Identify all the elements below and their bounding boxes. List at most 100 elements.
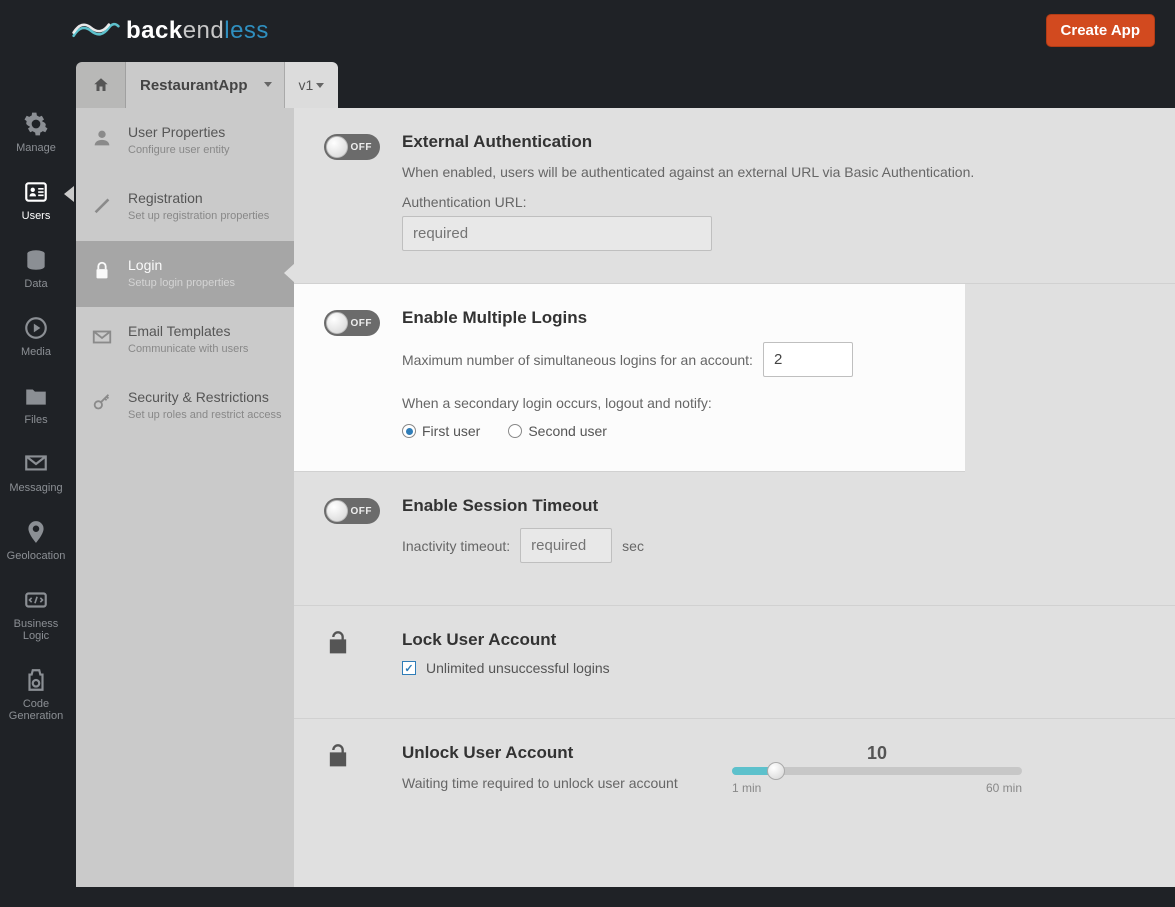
section-desc: When enabled, users will be authenticate… [402,162,1145,182]
create-app-button[interactable]: Create App [1046,14,1155,47]
radio-second-user[interactable]: Second user [508,423,607,439]
code-generation-icon [22,666,50,694]
email-templates-icon [90,325,114,349]
toggle-label: OFF [351,318,373,329]
app-tabs: RestaurantApp v1 [76,62,338,108]
inactivity-input[interactable] [520,528,612,563]
nav-label: Code Generation [0,698,72,722]
version-selector-tab[interactable]: v1 [285,62,339,108]
sidebar-item-title: Login [128,257,235,273]
unit-label: sec [622,538,644,554]
toggle-knob [326,136,348,158]
data-icon [22,246,50,274]
logo: backendless [72,17,269,45]
section-unlock-account: Unlock User Account Waiting time require… [294,719,1175,837]
section-title: Enable Session Timeout [402,496,1145,516]
max-logins-input[interactable] [763,342,853,377]
nav-label: Files [24,414,47,426]
radio-icon [402,424,416,438]
media-icon [22,314,50,342]
sidebar-item-security[interactable]: Security & RestrictionsSet up roles and … [76,373,294,439]
home-tab[interactable] [76,62,126,108]
slider-knob[interactable] [767,762,785,780]
sidebar-item-desc: Communicate with users [128,342,248,356]
radio-icon [508,424,522,438]
nav-geolocation[interactable]: Geolocation [0,518,72,562]
login-icon [90,259,114,283]
content-area: OFF External Authentication When enabled… [294,108,1175,887]
sidebar-item-email-templates[interactable]: Email Templates Communicate with users [76,307,294,373]
messaging-icon [22,450,50,478]
section-lock-account: Lock User Account ✓ Unlimited unsuccessf… [294,606,1175,719]
sidebar-item-login[interactable]: Login Setup login properties [76,241,294,307]
nav-media[interactable]: Media [0,314,72,358]
users-icon [22,178,50,206]
registration-icon [90,192,114,216]
nav-users[interactable]: Users [0,178,72,222]
sidebar-item-title: Email Templates [128,323,248,339]
section-external-auth: OFF External Authentication When enabled… [294,108,1175,284]
geolocation-icon [22,518,50,546]
sidebar-item-title: Registration [128,190,269,206]
section-title: Enable Multiple Logins [402,308,935,328]
nav-label: Business Logic [0,618,72,642]
sidebar-item-registration[interactable]: Registration Set up registration properti… [76,174,294,240]
inactivity-label: Inactivity timeout: [402,538,510,554]
sidebar: User PropertiesConfigure user entityRegi… [76,108,294,887]
sidebar-item-title: Security & Restrictions [128,389,281,405]
slider-max-label: 60 min [986,781,1022,795]
nav-manage[interactable]: Manage [0,110,72,154]
logo-swirl-icon [72,19,120,43]
external-auth-toggle[interactable]: OFF [324,134,380,160]
chevron-down-icon [316,83,324,88]
left-nav: Manage Users Data Media Files Messaging Geoloc… [0,110,72,722]
security-icon [90,391,114,415]
nav-label: Geolocation [7,550,66,562]
unlimited-logins-checkbox[interactable]: ✓ [402,661,416,675]
section-desc: Waiting time required to unlock user acc… [402,773,682,793]
nav-data[interactable]: Data [0,246,72,290]
sidebar-item-desc: Setup login properties [128,276,235,290]
home-icon [92,76,110,94]
nav-label: Messaging [9,482,62,494]
business-logic-icon [22,586,50,614]
radio-first-user[interactable]: First user [402,423,480,439]
nav-label: Manage [16,142,56,154]
toggle-label: OFF [351,142,373,153]
version-label: v1 [299,77,314,93]
multiple-logins-toggle[interactable]: OFF [324,310,380,336]
slider-track [732,767,1022,775]
section-title: Lock User Account [402,630,1145,650]
lock-open-icon [324,630,352,658]
nav-label: Media [21,346,51,358]
sidebar-item-title: User Properties [128,124,230,140]
secondary-login-label: When a secondary login occurs, logout an… [402,395,712,411]
slider-min-label: 1 min [732,781,761,795]
max-logins-label: Maximum number of simultaneous logins fo… [402,352,753,368]
files-icon [22,382,50,410]
sidebar-item-user-properties[interactable]: User PropertiesConfigure user entity [76,108,294,174]
chevron-down-icon [264,82,272,87]
section-title: External Authentication [402,132,1145,152]
auth-url-input[interactable] [402,216,712,251]
auth-url-label: Authentication URL: [402,194,527,210]
session-timeout-toggle[interactable]: OFF [324,498,380,524]
radio-label: First user [422,423,480,439]
logo-text: backendless [126,17,269,45]
unlock-wait-slider[interactable]: 10 1 min 60 min [722,743,1032,795]
nav-messaging[interactable]: Messaging [0,450,72,494]
app-selector-tab[interactable]: RestaurantApp [126,62,285,108]
nav-code-generation[interactable]: Code Generation [0,666,72,722]
sidebar-item-desc: Set up registration properties [128,209,269,223]
workspace: User PropertiesConfigure user entityRegi… [76,108,1175,887]
slider-value: 10 [867,743,887,764]
nav-label: Data [24,278,47,290]
user-properties-icon [90,126,114,150]
radio-label: Second user [528,423,607,439]
lock-open-icon [324,743,352,771]
nav-business-logic[interactable]: Business Logic [0,586,72,642]
toggle-label: OFF [351,506,373,517]
nav-files[interactable]: Files [0,382,72,426]
section-multiple-logins: OFF Enable Multiple Logins Maximum numbe… [294,284,965,472]
nav-label: Users [22,210,51,222]
